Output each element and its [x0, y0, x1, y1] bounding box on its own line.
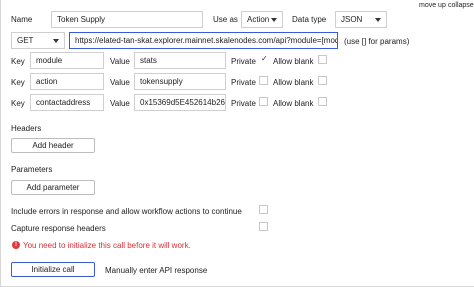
param-key-label: Key [11, 57, 25, 66]
data-type-value: JSON [341, 15, 363, 24]
param-value-label: Value [110, 78, 130, 87]
param-allow-blank-label: Allow blank [273, 78, 314, 87]
private-checkbox[interactable] [259, 97, 268, 106]
add-parameter-button[interactable]: Add parameter [11, 180, 95, 195]
use-as-label: Use as [213, 15, 238, 24]
headers-title: Headers [11, 124, 42, 133]
capture-headers-label: Capture response headers [11, 224, 106, 233]
param-value-input[interactable]: stats [134, 52, 226, 69]
parameters-title: Parameters [11, 165, 53, 174]
param-private-label: Private [231, 57, 256, 66]
add-header-button[interactable]: Add header [11, 138, 95, 153]
allow-blank-checkbox[interactable] [318, 97, 327, 106]
api-call-editor: move up collapse Name Token Supply Use a… [0, 0, 474, 287]
init-warning-text: You need to initialize this call before … [23, 241, 191, 250]
name-label: Name [11, 15, 33, 24]
param-private-label: Private [231, 78, 256, 87]
param-key-input[interactable]: action [30, 73, 104, 90]
param-key-label: Key [11, 99, 25, 108]
alert-icon: ! [12, 241, 20, 249]
param-value-label: Value [110, 57, 130, 66]
method-value: GET [17, 36, 34, 45]
include-errors-label: Include errors in response and allow wor… [11, 207, 242, 216]
url-hint: (use [] for params) [344, 37, 410, 46]
capture-headers-checkbox[interactable] [259, 222, 268, 231]
private-checkbox[interactable]: ✓ [259, 54, 268, 64]
use-as-select[interactable]: Action [241, 11, 283, 28]
allow-blank-checkbox[interactable] [318, 76, 327, 85]
data-type-select[interactable]: JSON [335, 11, 387, 28]
chevron-down-icon [53, 39, 59, 43]
param-key-input[interactable]: contactaddress [30, 94, 104, 111]
collapse-link[interactable]: collapse [448, 2, 474, 9]
private-checkbox[interactable] [259, 76, 268, 85]
param-private-label: Private [231, 99, 256, 108]
checkmark-icon: ✓ [261, 54, 268, 63]
method-select[interactable]: GET [11, 32, 65, 49]
name-input[interactable]: Token Supply [51, 11, 203, 28]
initialize-call-button[interactable]: Initialize call [11, 262, 95, 277]
param-allow-blank-label: Allow blank [273, 57, 314, 66]
move-up-link[interactable]: move up [419, 2, 446, 9]
param-value-label: Value [110, 99, 130, 108]
chevron-down-icon [271, 18, 277, 22]
chevron-down-icon [375, 18, 381, 22]
param-value-input[interactable]: tokensupply [134, 73, 226, 90]
param-key-label: Key [11, 78, 25, 87]
allow-blank-checkbox[interactable] [318, 55, 327, 64]
use-as-value: Action [247, 15, 270, 24]
param-value-input[interactable]: 0x15369d5E452614b2627 [134, 94, 226, 111]
param-allow-blank-label: Allow blank [273, 99, 314, 108]
param-key-input[interactable]: module [30, 52, 104, 69]
data-type-label: Data type [292, 15, 327, 24]
include-errors-checkbox[interactable] [259, 205, 268, 214]
url-input[interactable]: https://elated-tan-skat.explorer.mainnet… [69, 32, 338, 49]
manual-response-link[interactable]: Manually enter API response [105, 266, 207, 275]
